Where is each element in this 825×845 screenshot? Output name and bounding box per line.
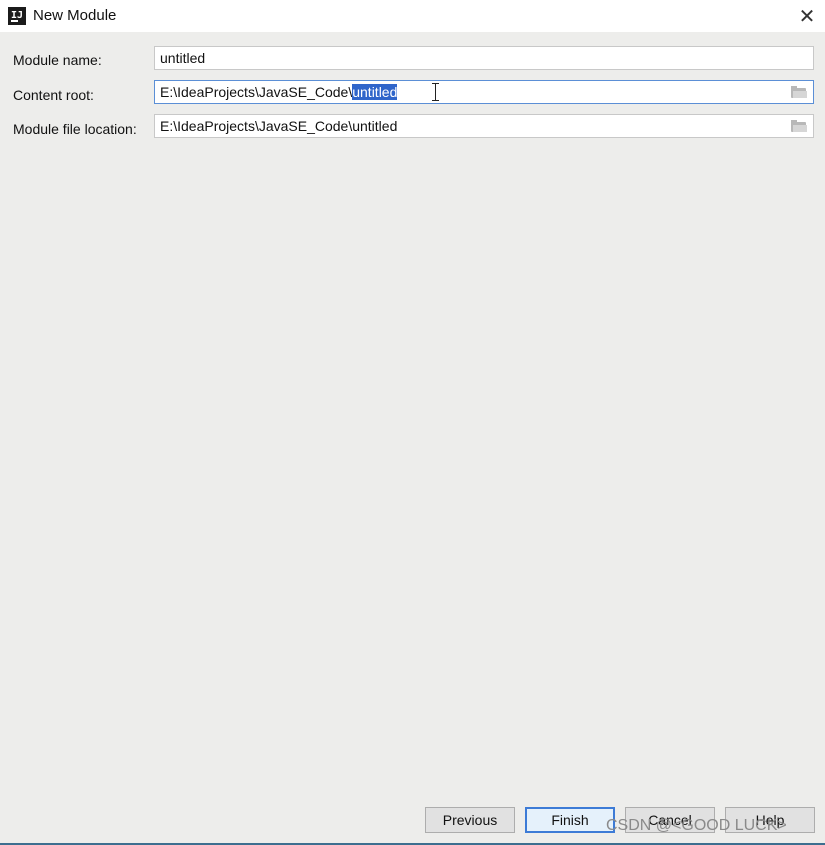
close-button[interactable]: ✕ — [789, 0, 825, 32]
browse-folder-icon[interactable] — [791, 120, 807, 132]
window-title: New Module — [33, 7, 117, 24]
watermark: CSDN @<GOOD LUCK> — [606, 817, 787, 834]
browse-folder-icon[interactable] — [791, 86, 807, 98]
text-cursor-icon — [432, 83, 439, 101]
module-file-location-label: Module file location: — [13, 121, 137, 137]
content-root-value-prefix: E:\IdeaProjects\JavaSE_Code\ — [160, 84, 353, 100]
module-name-field[interactable]: untitled — [154, 46, 814, 70]
content-root-label: Content root: — [13, 87, 94, 103]
content-root-field[interactable]: E:\IdeaProjects\JavaSE_Code\untitled — [154, 80, 814, 104]
module-file-location-value: E:\IdeaProjects\JavaSE_Code\untitled — [160, 118, 398, 134]
module-name-value: untitled — [160, 50, 206, 66]
title-bar: IJ New Module ✕ — [0, 0, 825, 32]
previous-button[interactable]: Previous — [425, 807, 515, 833]
content-root-selected-text: untitled — [352, 84, 398, 100]
module-name-label: Module name: — [13, 52, 102, 68]
intellij-app-icon: IJ — [8, 7, 26, 25]
close-icon: ✕ — [798, 4, 816, 28]
module-file-location-field[interactable]: E:\IdeaProjects\JavaSE_Code\untitled — [154, 114, 814, 138]
finish-button[interactable]: Finish — [525, 807, 615, 833]
